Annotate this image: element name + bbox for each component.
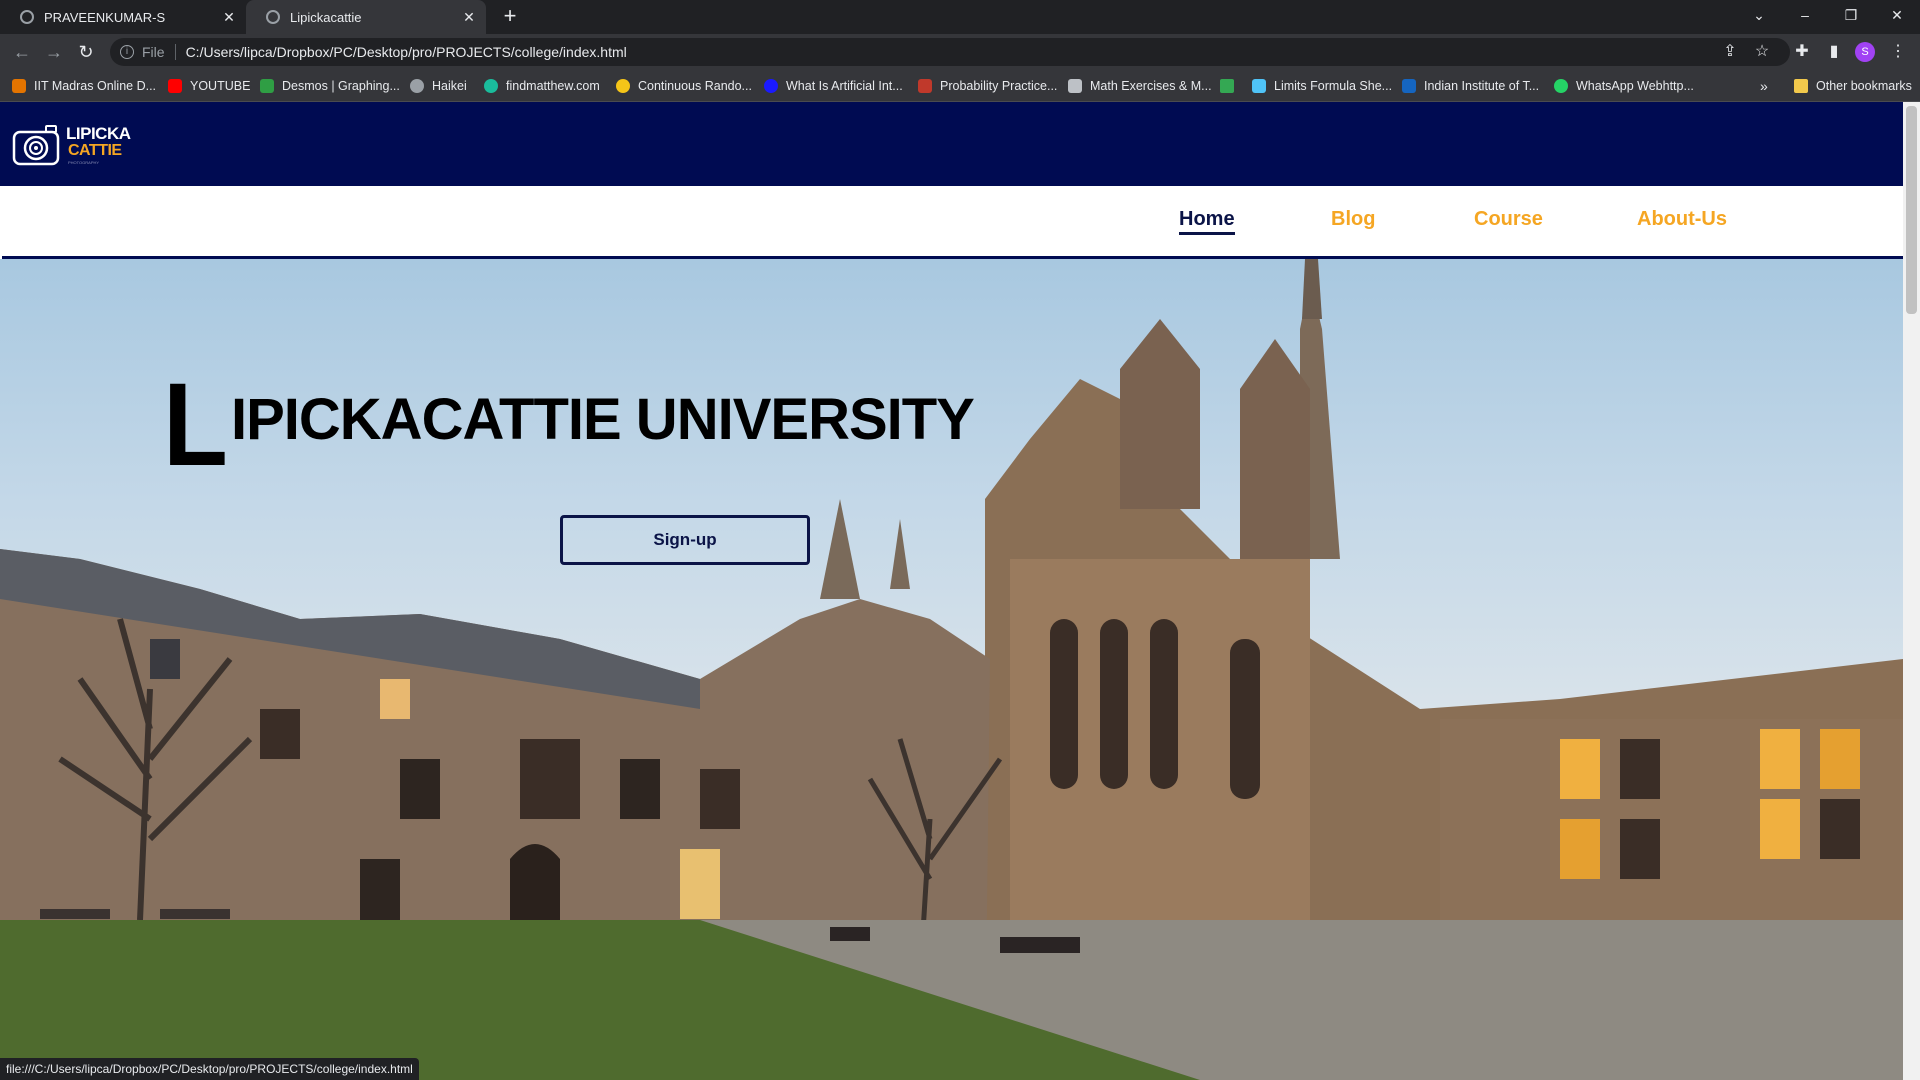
globe-icon: [266, 10, 280, 24]
forward-button[interactable]: →: [42, 40, 66, 64]
nav-about-us[interactable]: About-Us: [1637, 208, 1727, 231]
bookmark-icon: [1252, 79, 1266, 93]
bookmark-icon: [12, 79, 26, 93]
bookmark-label: Continuous Rando...: [638, 79, 752, 93]
bookmark-icon: [1068, 79, 1082, 93]
page-viewport: LIPICKA CATTIE PHOTOGRAPHY Home Blog Cou…: [0, 102, 1920, 1080]
minimize-button[interactable]: –: [1782, 0, 1828, 30]
site-header: LIPICKA CATTIE PHOTOGRAPHY: [0, 102, 1903, 186]
divider: [174, 44, 176, 60]
youtube-icon: [168, 79, 182, 93]
bookmark-label: findmatthew.com: [506, 79, 600, 93]
bookmark-probability[interactable]: Probability Practice...: [918, 76, 1057, 96]
hero-section: L IPICKACATTIE UNIVERSITY Sign-up: [0, 259, 1903, 1080]
logo[interactable]: LIPICKA CATTIE PHOTOGRAPHY: [12, 120, 132, 170]
drive-icon: [1220, 79, 1234, 93]
tab-title: PRAVEENKUMAR-S: [44, 9, 166, 25]
bookmarks-bar: IIT Madras Online D... YOUTUBE Desmos | …: [0, 70, 1920, 102]
bookmark-label: Math Exercises & M...: [1090, 79, 1212, 93]
bookmark-label: Limits Formula She...: [1274, 79, 1393, 93]
bookmark-whatsapp[interactable]: WhatsApp Webhttp...: [1554, 76, 1694, 96]
tab-bar: PRAVEENKUMAR-S ✕ Lipickacattie ✕ + ⌄ – ❐…: [0, 0, 1920, 34]
bookmark-youtube[interactable]: YOUTUBE: [168, 76, 250, 96]
menu-icon[interactable]: ⋮: [1886, 40, 1910, 64]
signup-button[interactable]: Sign-up: [560, 515, 810, 565]
bookmark-label: YOUTUBE: [190, 79, 251, 93]
folder-icon: [1794, 79, 1808, 93]
bookmark-findmatthew[interactable]: findmatthew.com: [484, 76, 600, 96]
whatsapp-icon: [1554, 79, 1568, 93]
info-icon[interactable]: i: [120, 45, 134, 59]
bookmark-iit-madras[interactable]: IIT Madras Online D...: [12, 76, 156, 96]
bookmark-label: WhatsApp Webhttp...: [1576, 79, 1694, 93]
bookmark-icon: [918, 79, 932, 93]
bookmark-continuous-random[interactable]: Continuous Rando...: [616, 76, 752, 96]
toolbar: ← → ↻ i File C:/Users/lipca/Dropbox/PC/D…: [0, 34, 1920, 70]
bookmark-label: Indian Institute of T...: [1424, 79, 1540, 93]
address-bar[interactable]: i File C:/Users/lipca/Dropbox/PC/Desktop…: [110, 38, 1790, 66]
bookmark-label: IIT Madras Online D...: [34, 79, 157, 93]
globe-icon: [20, 10, 34, 24]
window-close-button[interactable]: ✕: [1874, 0, 1920, 30]
camera-icon: [12, 125, 60, 166]
other-bookmarks[interactable]: Other bookmarks: [1794, 76, 1912, 96]
bookmark-icon: [764, 79, 778, 93]
close-icon[interactable]: ✕: [458, 9, 480, 26]
star-icon[interactable]: ☆: [1750, 40, 1774, 64]
url-text[interactable]: C:/Users/lipca/Dropbox/PC/Desktop/pro/PR…: [186, 44, 627, 60]
bookmark-google-drive[interactable]: [1220, 76, 1242, 96]
bookmark-label: Other bookmarks: [1816, 79, 1912, 93]
bookmark-artificial-intelligence[interactable]: What Is Artificial Int...: [764, 76, 903, 96]
bookmark-icon: [260, 79, 274, 93]
bookmark-label: What Is Artificial Int...: [786, 79, 903, 93]
bookmark-desmos[interactable]: Desmos | Graphing...: [260, 76, 400, 96]
hero-title-initial: L: [163, 359, 228, 491]
tab-search-button[interactable]: ⌄: [1736, 0, 1782, 30]
avatar[interactable]: S: [1855, 42, 1875, 62]
bookmark-icon: [410, 79, 424, 93]
side-panel-icon[interactable]: ▮: [1822, 40, 1846, 64]
tab-title: Lipickacattie: [290, 9, 362, 25]
hero-title-text: IPICKACATTIE UNIVERSITY: [231, 387, 975, 452]
logo-text-line1: LIPICKA: [66, 124, 131, 143]
new-tab-button[interactable]: +: [498, 4, 522, 28]
close-icon[interactable]: ✕: [218, 9, 240, 26]
main-nav: Home Blog Course About-Us: [2, 186, 1903, 259]
bookmark-limits-formula[interactable]: Limits Formula She...: [1252, 76, 1392, 96]
extensions-icon[interactable]: ✚: [1790, 40, 1814, 64]
hero-title: L IPICKACATTIE UNIVERSITY: [163, 359, 975, 491]
browser-chrome: PRAVEENKUMAR-S ✕ Lipickacattie ✕ + ⌄ – ❐…: [0, 0, 1920, 102]
logo-text-line2: CATTIE: [68, 142, 122, 159]
bookmark-indian-institute[interactable]: Indian Institute of T...: [1402, 76, 1539, 96]
bookmark-math-exercises[interactable]: Math Exercises & M...: [1068, 76, 1212, 96]
bookmark-icon: [1402, 79, 1416, 93]
status-bar-url: file:///C:/Users/lipca/Dropbox/PC/Deskto…: [0, 1058, 419, 1080]
tab-lipickacattie[interactable]: Lipickacattie ✕: [246, 0, 486, 34]
more-bookmarks-button[interactable]: »: [1760, 76, 1768, 96]
url-scheme: File: [142, 44, 165, 60]
bookmark-icon: [616, 79, 630, 93]
bookmark-label: Haikei: [432, 79, 467, 93]
restore-button[interactable]: ❐: [1828, 0, 1874, 30]
reload-button[interactable]: ↻: [74, 40, 98, 64]
bookmark-haikei[interactable]: Haikei: [410, 76, 467, 96]
bookmark-label: Desmos | Graphing...: [282, 79, 400, 93]
nav-blog[interactable]: Blog: [1331, 208, 1375, 231]
bookmark-icon: [484, 79, 498, 93]
share-icon[interactable]: ⇪: [1718, 40, 1742, 64]
nav-home[interactable]: Home: [1179, 208, 1235, 235]
bookmark-label: Probability Practice...: [940, 79, 1058, 93]
nav-course[interactable]: Course: [1474, 208, 1543, 231]
logo-tagline: PHOTOGRAPHY: [68, 160, 100, 165]
tab-praveenkumar[interactable]: PRAVEENKUMAR-S ✕: [0, 0, 246, 34]
back-button[interactable]: ←: [10, 40, 34, 64]
scrollbar-thumb[interactable]: [1906, 106, 1917, 314]
